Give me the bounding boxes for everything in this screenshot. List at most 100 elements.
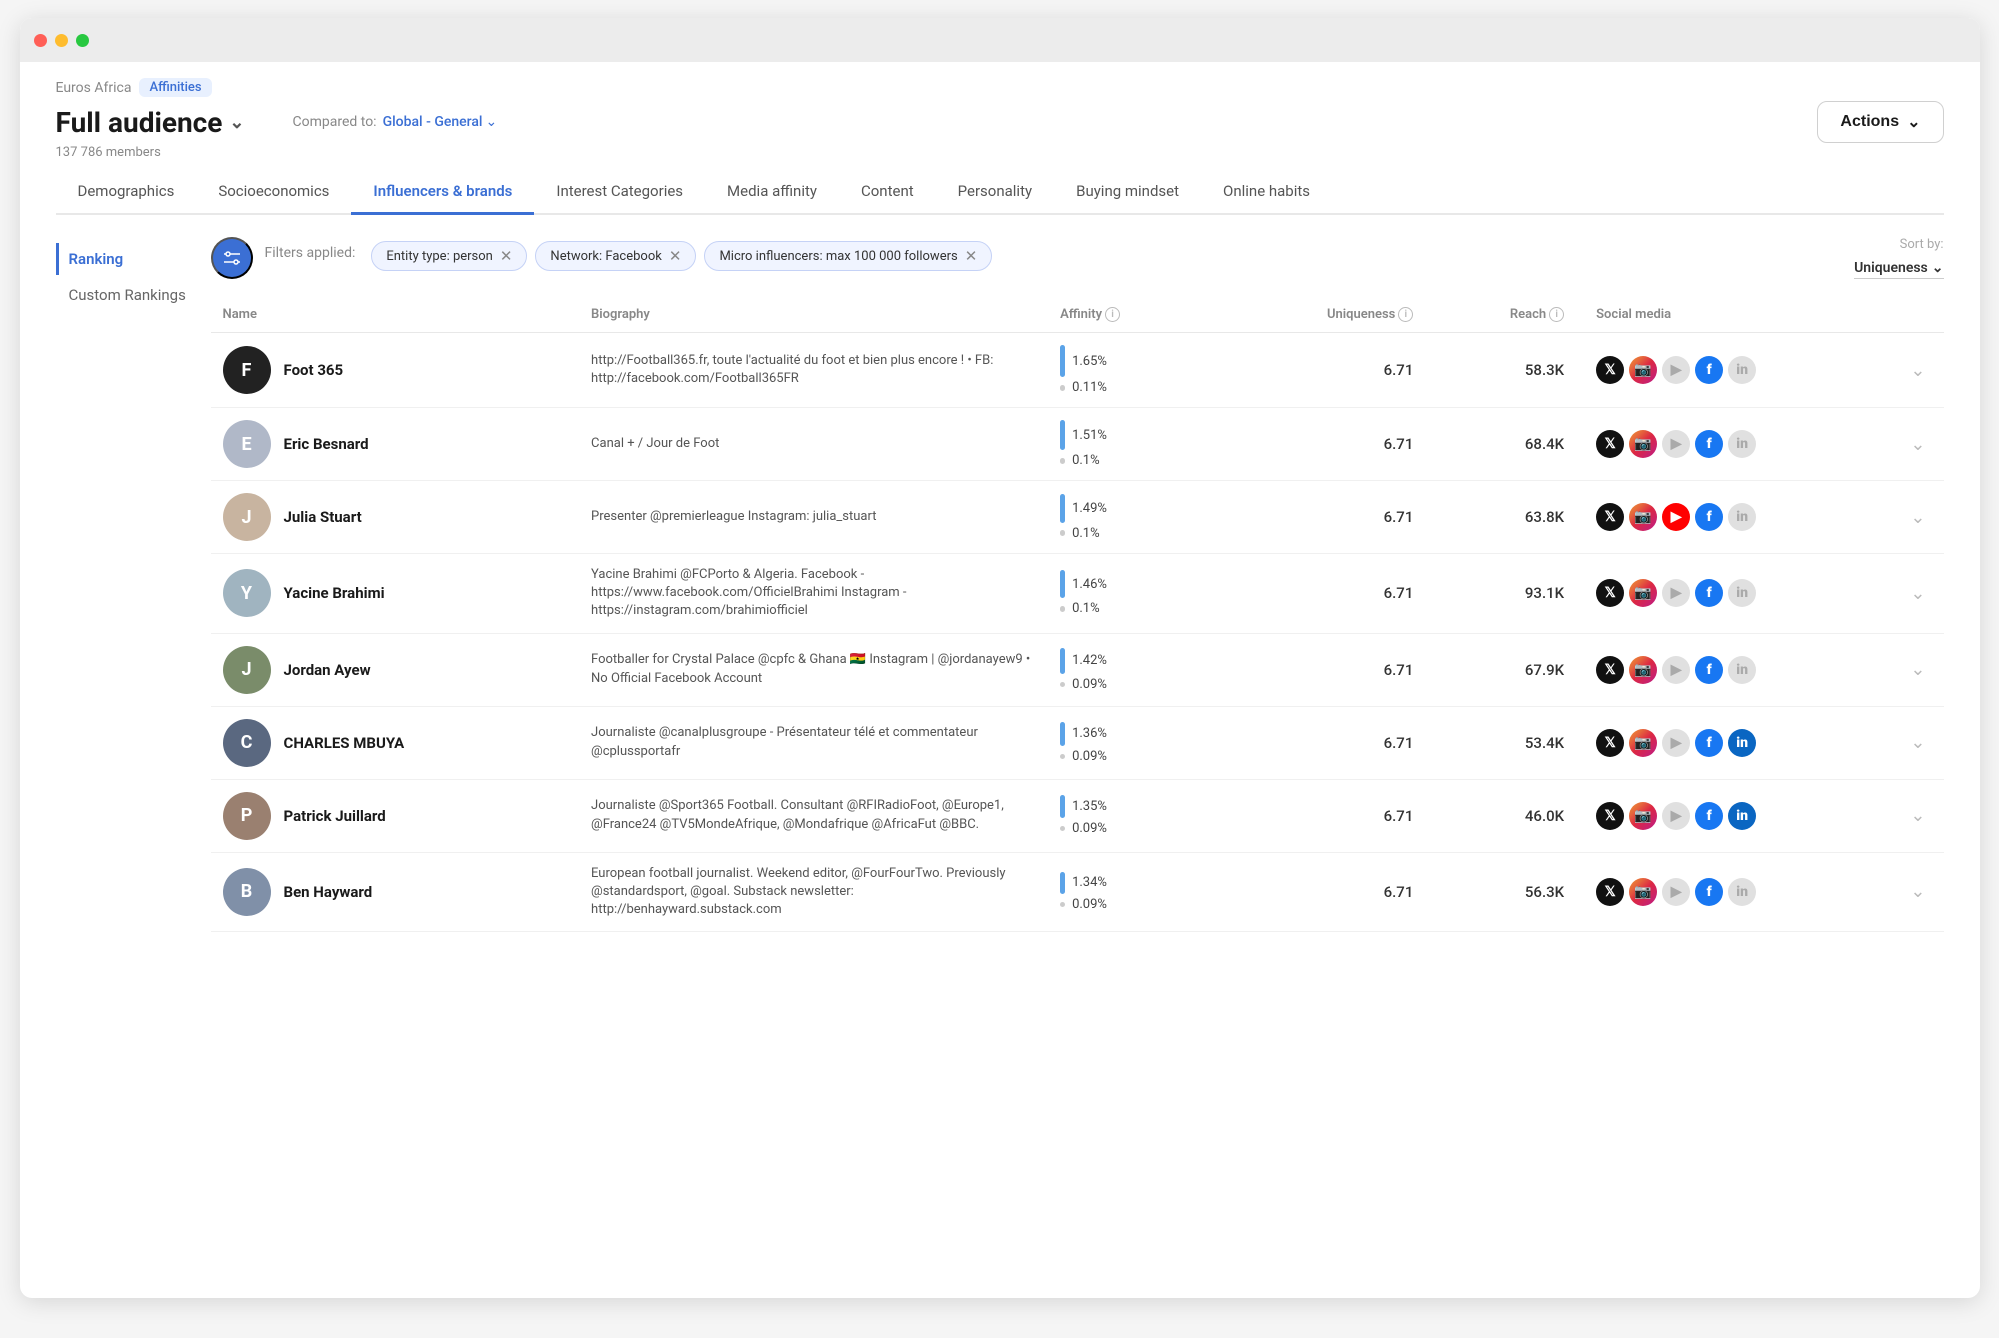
social-facebook-icon[interactable]: f (1695, 430, 1723, 458)
reach-cell: 93.1K (1433, 554, 1584, 634)
compared-to-value[interactable]: Global - General ⌄ (383, 114, 498, 130)
social-linkedin-inactive-icon: in (1728, 579, 1756, 607)
page-title[interactable]: Full audience ⌄ (56, 106, 245, 139)
expand-button[interactable]: ⌄ (1904, 881, 1931, 902)
social-x-icon[interactable]: 𝕏 (1596, 802, 1624, 830)
social-media-cell: 𝕏📷▶fin (1596, 802, 1880, 830)
table-wrap: NameBiographyAffinityiUniquenessiReachiS… (211, 297, 1944, 932)
social-x-icon[interactable]: 𝕏 (1596, 656, 1624, 684)
tab-influencers[interactable]: Influencers & brands (351, 170, 534, 215)
social-youtube-inactive-icon: ▶ (1662, 579, 1690, 607)
social-facebook-icon[interactable]: f (1695, 656, 1723, 684)
info-icon-affinity[interactable]: i (1105, 307, 1120, 322)
social-x-icon[interactable]: 𝕏 (1596, 503, 1624, 531)
sidebar-item-ranking[interactable]: Ranking (56, 243, 195, 275)
social-youtube-icon[interactable]: ▶ (1662, 503, 1690, 531)
social-instagram-icon[interactable]: 📷 (1629, 878, 1657, 906)
expand-button[interactable]: ⌄ (1904, 360, 1931, 381)
maximize-button[interactable] (76, 34, 89, 47)
affinity-bar-high (1060, 420, 1065, 450)
content-area: Filters applied: Entity type: person✕Net… (195, 215, 1980, 932)
affinity-value-low: 0.1% (1072, 601, 1100, 616)
affinity-cell: 1.46% 0.1% (1048, 554, 1232, 634)
filters-sort-area: Filters applied: Entity type: person✕Net… (211, 237, 1944, 287)
expand-button[interactable]: ⌄ (1904, 583, 1931, 604)
social-x-icon[interactable]: 𝕏 (1596, 878, 1624, 906)
minimize-button[interactable] (55, 34, 68, 47)
social-facebook-icon[interactable]: f (1695, 503, 1723, 531)
biography-cell: Journaliste @canalplusgroupe - Présentat… (579, 706, 1048, 779)
influencers-table: NameBiographyAffinityiUniquenessiReachiS… (211, 297, 1944, 932)
social-instagram-icon[interactable]: 📷 (1629, 430, 1657, 458)
social-youtube-inactive-icon: ▶ (1662, 878, 1690, 906)
expand-button[interactable]: ⌄ (1904, 805, 1931, 826)
audience-chevron-icon[interactable]: ⌄ (229, 112, 244, 133)
uniqueness-cell: 6.71 (1232, 852, 1433, 932)
sort-select[interactable]: Uniqueness ⌄ (1854, 260, 1943, 279)
social-instagram-icon[interactable]: 📷 (1629, 579, 1657, 607)
col-header-expand (1892, 297, 1943, 333)
actions-button[interactable]: Actions ⌄ (1817, 101, 1943, 143)
info-icon-reach[interactable]: i (1549, 307, 1564, 322)
social-youtube-inactive-icon: ▶ (1662, 802, 1690, 830)
tab-demographics[interactable]: Demographics (56, 170, 197, 215)
social-instagram-icon[interactable]: 📷 (1629, 356, 1657, 384)
social-instagram-icon[interactable]: 📷 (1629, 802, 1657, 830)
affinity-bar-high (1060, 345, 1065, 377)
tab-socioeconomics[interactable]: Socioeconomics (196, 170, 351, 215)
tab-online-habits[interactable]: Online habits (1201, 170, 1332, 215)
table-row: C CHARLES MBUYA Journaliste @canalplusgr… (211, 706, 1944, 779)
social-instagram-icon[interactable]: 📷 (1629, 503, 1657, 531)
social-media-cell: 𝕏📷▶fin (1596, 878, 1880, 906)
col-header-social_media: Social media (1584, 297, 1892, 333)
person-cell: C CHARLES MBUYA (223, 719, 568, 767)
expand-button[interactable]: ⌄ (1904, 507, 1931, 528)
person-name: Eric Besnard (284, 435, 369, 453)
social-facebook-icon[interactable]: f (1695, 878, 1723, 906)
social-linkedin-icon[interactable]: in (1728, 802, 1756, 830)
social-instagram-icon[interactable]: 📷 (1629, 729, 1657, 757)
affinity-bar-low (1060, 606, 1065, 612)
tab-buying-mindset[interactable]: Buying mindset (1054, 170, 1201, 215)
sidebar-item-custom-rankings[interactable]: Custom Rankings (56, 279, 195, 311)
social-media-cell: 𝕏📷▶fin (1596, 656, 1880, 684)
person-cell: P Patrick Juillard (223, 792, 568, 840)
biography-cell: Yacine Brahimi @FCPorto & Algeria. Faceb… (579, 554, 1048, 634)
filter-remove-icon[interactable]: ✕ (965, 247, 978, 265)
affinity-value-low: 0.1% (1072, 453, 1100, 468)
social-facebook-icon[interactable]: f (1695, 356, 1723, 384)
social-x-icon[interactable]: 𝕏 (1596, 356, 1624, 384)
biography-cell: Presenter @premierleague Instagram: juli… (579, 481, 1048, 554)
expand-button[interactable]: ⌄ (1904, 732, 1931, 753)
reach-cell: 63.8K (1433, 481, 1584, 554)
filter-tag-entity-type[interactable]: Entity type: person✕ (371, 241, 527, 271)
social-facebook-icon[interactable]: f (1695, 729, 1723, 757)
expand-button[interactable]: ⌄ (1904, 434, 1931, 455)
filter-icon-button[interactable] (211, 237, 253, 279)
social-x-icon[interactable]: 𝕏 (1596, 729, 1624, 757)
tab-content[interactable]: Content (839, 170, 936, 215)
tab-media-affinity[interactable]: Media affinity (705, 170, 839, 215)
social-media-cell: 𝕏📷▶fin (1596, 356, 1880, 384)
social-facebook-icon[interactable]: f (1695, 579, 1723, 607)
tab-personality[interactable]: Personality (936, 170, 1054, 215)
social-linkedin-icon[interactable]: in (1728, 729, 1756, 757)
affinity-bar-high (1060, 872, 1065, 894)
social-instagram-icon[interactable]: 📷 (1629, 656, 1657, 684)
col-header-affinity: Affinityi (1048, 297, 1232, 333)
social-x-icon[interactable]: 𝕏 (1596, 579, 1624, 607)
affinity-value-high: 1.34% (1072, 875, 1107, 890)
reach-cell: 68.4K (1433, 408, 1584, 481)
tab-interest-categories[interactable]: Interest Categories (534, 170, 705, 215)
social-x-icon[interactable]: 𝕏 (1596, 430, 1624, 458)
close-button[interactable] (34, 34, 47, 47)
affinity-value-high: 1.36% (1072, 726, 1107, 741)
social-facebook-icon[interactable]: f (1695, 802, 1723, 830)
filter-remove-icon[interactable]: ✕ (500, 247, 513, 265)
filter-tag-network[interactable]: Network: Facebook✕ (535, 241, 696, 271)
filter-remove-icon[interactable]: ✕ (669, 247, 682, 265)
info-icon-uniqueness[interactable]: i (1398, 307, 1413, 322)
social-media-cell: 𝕏📷▶fin (1596, 579, 1880, 607)
expand-button[interactable]: ⌄ (1904, 659, 1931, 680)
filter-tag-micro-influencers[interactable]: Micro influencers: max 100 000 followers… (704, 241, 992, 271)
